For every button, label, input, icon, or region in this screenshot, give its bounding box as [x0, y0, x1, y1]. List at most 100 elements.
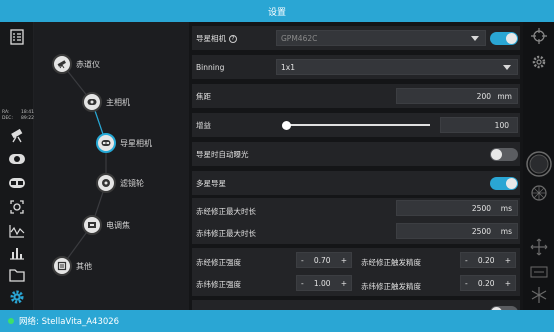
- guide-camera-select[interactable]: GPM462C: [276, 30, 486, 46]
- guide-camera-settings-panel: 导星相机? GPM462C Binning 1x1 焦距 200 mm 增益 1…: [189, 22, 523, 310]
- chevron-down-icon: [471, 36, 479, 41]
- title-bar: 设置: [0, 0, 554, 22]
- window-title: 设置: [267, 7, 286, 18]
- main-camera-icon: [82, 92, 102, 112]
- auto-exposure-toggle[interactable]: [490, 148, 518, 161]
- focal-length-value: 200: [476, 91, 491, 101]
- guide-camera-value: GPM462C: [281, 33, 318, 43]
- gear-icon[interactable]: [528, 51, 550, 73]
- increment-button[interactable]: +: [341, 256, 347, 265]
- settings-gear-icon[interactable]: [6, 288, 28, 306]
- focal-length-input[interactable]: 200 mm: [396, 88, 518, 104]
- camera-icon[interactable]: [6, 150, 28, 168]
- ra-trigger-label: 赤经修正触发精度: [361, 258, 421, 267]
- gain-row: 增益 100: [192, 113, 520, 137]
- guide-graph-icon[interactable]: [6, 222, 28, 240]
- snowflake-icon[interactable]: [528, 284, 550, 306]
- mount-icon: [52, 54, 72, 74]
- tree-node-focuser[interactable]: 电调焦: [82, 215, 130, 235]
- gain-label: 增益: [196, 120, 211, 130]
- move-arrows-icon[interactable]: [528, 236, 550, 258]
- increment-button[interactable]: +: [505, 279, 511, 288]
- dec-value: 89:22: [21, 116, 34, 121]
- dec-trigger-label: 赤纬修正触发精度: [361, 282, 421, 291]
- wheel-icon[interactable]: [528, 182, 550, 204]
- auto-exposure-label: 导星时自动曝光: [196, 149, 249, 159]
- focal-length-label: 焦距: [196, 91, 211, 101]
- gain-slider-track[interactable]: [284, 124, 430, 126]
- decrement-button[interactable]: -: [301, 256, 304, 265]
- multi-star-label: 多星导星: [196, 178, 226, 188]
- ra-max-duration-label: 赤经修正最大时长: [196, 207, 256, 216]
- right-control-rail: [523, 22, 554, 310]
- guide-camera-icon[interactable]: [6, 174, 28, 192]
- binning-row: Binning 1x1: [192, 55, 520, 79]
- max-duration-group: 赤经修正最大时长 2500 ms 赤纬修正最大时长 2500 ms: [192, 198, 520, 244]
- other-icon: [52, 256, 72, 276]
- tree-node-filter-wheel[interactable]: 滤镜轮: [96, 173, 144, 193]
- increment-button[interactable]: +: [505, 256, 511, 265]
- decrement-button[interactable]: -: [465, 279, 468, 288]
- tree-node-guide-camera[interactable]: 导星相机: [96, 133, 152, 153]
- crosshair-settings-icon[interactable]: [528, 25, 550, 47]
- tree-node-label: 导星相机: [120, 138, 152, 148]
- app-window: 设置 RA: 18:41 DEC: 89:22 赤道仪 主相机 导星相机 滤镜轮…: [0, 0, 554, 332]
- dec-strength-value: 1.00: [313, 278, 331, 288]
- gain-input[interactable]: 100: [440, 117, 518, 133]
- shutter-button-icon[interactable]: [525, 150, 552, 177]
- dec-max-duration-input[interactable]: 2500 ms: [396, 223, 518, 239]
- folder-icon[interactable]: [6, 266, 28, 284]
- decrement-button[interactable]: -: [301, 279, 304, 288]
- dec-trigger-value: 0.20: [477, 278, 495, 288]
- guide-camera-icon: [96, 133, 116, 153]
- next-setting-row: [192, 300, 520, 310]
- telescope-icon[interactable]: [6, 126, 28, 144]
- binning-select[interactable]: 1x1: [276, 59, 518, 75]
- ra-strength-stepper[interactable]: - 0.70 +: [296, 252, 352, 268]
- dec-strength-label: 赤纬修正强度: [196, 280, 241, 289]
- dec-trigger-stepper[interactable]: - 0.20 +: [460, 275, 516, 291]
- left-icon-rail: RA: 18:41 DEC: 89:22: [0, 22, 34, 310]
- ra-strength-value: 0.70: [313, 255, 331, 265]
- guide-camera-toggle[interactable]: [490, 32, 518, 45]
- tree-node-other[interactable]: 其他: [52, 256, 92, 276]
- device-tree: 赤道仪 主相机 导星相机 滤镜轮 电调焦 其他: [34, 22, 189, 310]
- tree-node-main-camera[interactable]: 主相机: [82, 92, 130, 112]
- dec-strength-stepper[interactable]: - 1.00 +: [296, 275, 352, 291]
- chevron-down-icon: [503, 65, 511, 70]
- increment-button[interactable]: +: [341, 279, 347, 288]
- focal-length-row: 焦距 200 mm: [192, 84, 520, 108]
- ra-max-duration-value: 2500: [471, 203, 491, 213]
- tree-node-label: 电调焦: [106, 220, 130, 230]
- dec-label: DEC:: [2, 116, 13, 121]
- multi-star-toggle[interactable]: [490, 177, 518, 190]
- dec-max-duration-unit: ms: [500, 226, 512, 236]
- auto-exposure-row: 导星时自动曝光: [192, 142, 520, 166]
- focal-length-unit: mm: [497, 91, 512, 101]
- ra-strength-label: 赤经修正强度: [196, 258, 241, 267]
- tree-node-mount[interactable]: 赤道仪: [52, 54, 100, 74]
- binning-label: Binning: [196, 62, 225, 72]
- help-icon[interactable]: ?: [229, 34, 237, 43]
- guide-camera-label: 导星相机?: [196, 33, 237, 44]
- gain-slider-thumb[interactable]: [282, 120, 291, 130]
- ra-trigger-value: 0.20: [477, 255, 495, 265]
- gain-value: 100: [494, 120, 509, 130]
- bin-icon[interactable]: [528, 261, 550, 283]
- ra-max-duration-input[interactable]: 2500 ms: [396, 200, 518, 216]
- focuser-icon: [82, 215, 102, 235]
- decrement-button[interactable]: -: [465, 256, 468, 265]
- ra-max-duration-unit: ms: [500, 203, 512, 213]
- correction-group: 赤经修正强度 - 0.70 + 赤经修正触发精度 - 0.20 + 赤纬修正强度…: [192, 248, 520, 296]
- histogram-icon[interactable]: [6, 244, 28, 262]
- binning-value: 1x1: [281, 62, 295, 72]
- focus-icon[interactable]: [6, 198, 28, 216]
- ra-trigger-stepper[interactable]: - 0.20 +: [460, 252, 516, 268]
- network-status: 网络: StellaVita_A43026: [19, 317, 120, 327]
- checklist-icon[interactable]: [6, 28, 28, 46]
- multi-star-row: 多星导星: [192, 171, 520, 195]
- status-bar: 网络: StellaVita_A43026: [0, 310, 554, 332]
- dec-max-duration-value: 2500: [471, 226, 491, 236]
- dec-max-duration-label: 赤纬修正最大时长: [196, 229, 256, 238]
- connection-status-dot: [8, 318, 14, 324]
